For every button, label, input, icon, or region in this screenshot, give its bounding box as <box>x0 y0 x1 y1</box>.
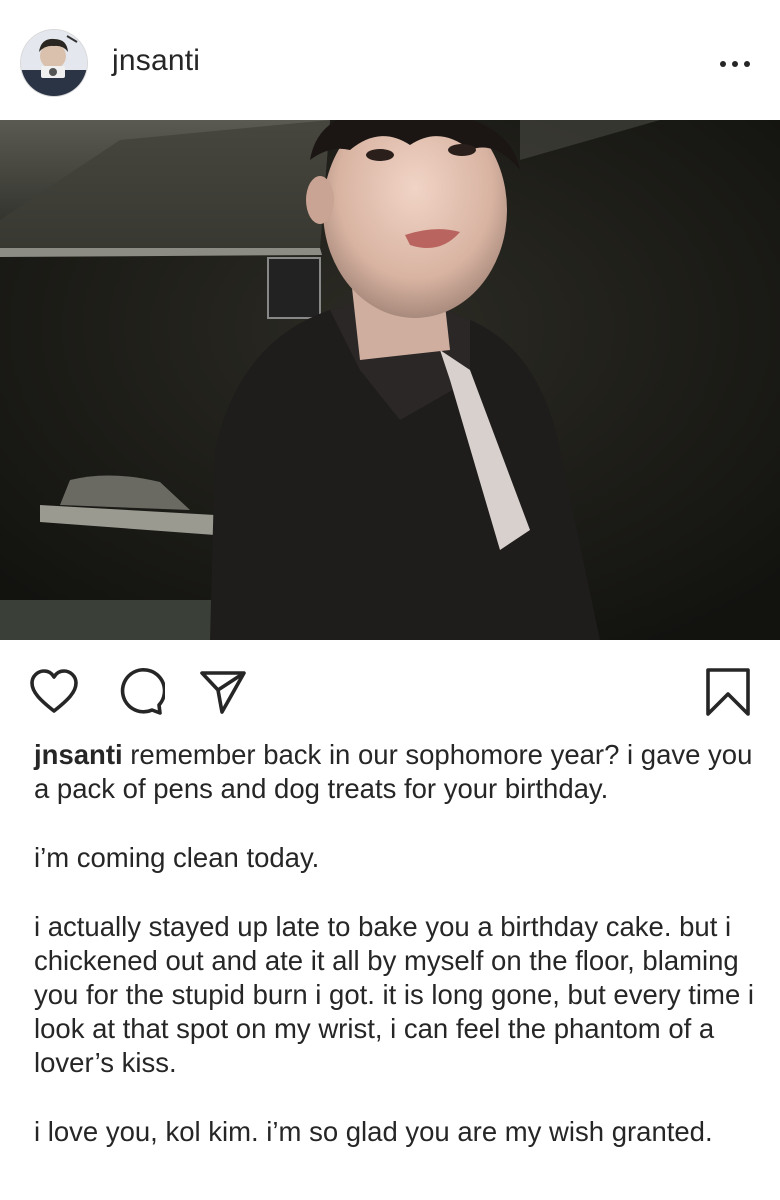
share-icon[interactable] <box>197 666 249 718</box>
more-horizontal-icon[interactable] <box>720 60 750 68</box>
caption-paragraph: i love you, kol kim. i’m so glad you are… <box>34 1116 713 1147</box>
caption-paragraph: jnsanti remember back in our sophomore y… <box>34 738 764 806</box>
avatar-image <box>21 30 87 96</box>
bookmark-icon[interactable] <box>702 666 754 718</box>
post-caption: jnsanti remember back in our sophomore y… <box>34 738 764 1184</box>
post-header: jnsanti <box>0 0 780 120</box>
heart-icon[interactable] <box>28 666 80 718</box>
post-photo-image <box>0 120 780 640</box>
caption-paragraph: i actually stayed up late to bake you a … <box>34 911 754 1078</box>
avatar[interactable] <box>21 30 87 96</box>
caption-username[interactable]: jnsanti <box>34 739 123 770</box>
more-dot <box>720 61 726 67</box>
caption-paragraph: i’m coming clean today. <box>34 842 320 873</box>
caption-text: remember back in our sophomore year? i g… <box>34 739 753 804</box>
more-dot <box>744 61 750 67</box>
post-actions <box>0 640 780 740</box>
comment-icon[interactable] <box>113 666 165 718</box>
post-username[interactable]: jnsanti <box>112 44 200 78</box>
more-dot <box>732 61 738 67</box>
post-photo[interactable] <box>0 120 780 640</box>
